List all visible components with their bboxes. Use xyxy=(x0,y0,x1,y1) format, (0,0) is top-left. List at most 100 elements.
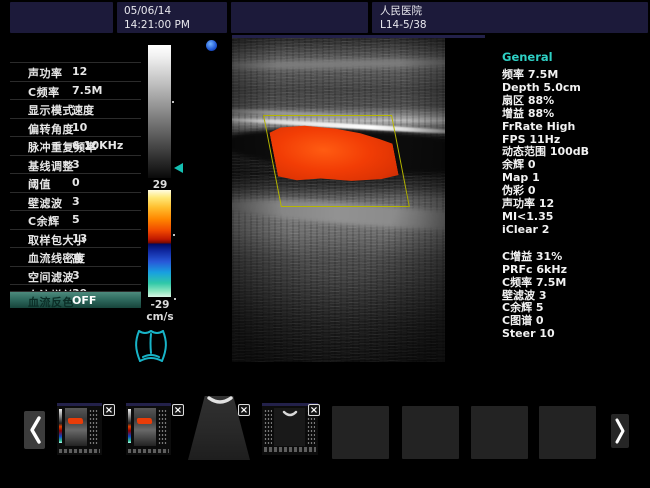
info-line: 频率 7.5M xyxy=(502,69,648,82)
probe-orientation-marker-icon xyxy=(206,40,217,51)
thumb-image xyxy=(134,408,156,446)
date-text: 05/06/14 xyxy=(124,5,171,17)
parameter-value: OFF xyxy=(72,294,96,307)
parameter-row[interactable]: C频率 7.5M xyxy=(10,81,141,100)
body-marker-icon[interactable] xyxy=(131,324,171,366)
parameter-row-selected[interactable]: 血流反色 OFF xyxy=(10,291,141,308)
info-line: 增益 88% xyxy=(502,108,648,121)
parameter-label: C频率 xyxy=(28,84,60,100)
empty-thumbnail-slot xyxy=(402,406,459,459)
parameter-row[interactable]: 血流线密度 高 xyxy=(10,247,141,266)
empty-thumbnail-slot xyxy=(539,406,596,459)
parameter-value: 高 xyxy=(72,250,83,266)
probe-model: L14-5/38 xyxy=(380,19,427,31)
image-thumbnail[interactable] xyxy=(126,403,171,455)
hospital-name: 人民医院 xyxy=(380,5,422,17)
info-line: PRFc 6kHz xyxy=(502,264,648,277)
parameter-row[interactable]: 显示模式 速度 xyxy=(10,99,141,118)
info-line: Steer 10 xyxy=(502,328,648,341)
bmode-info-list: 频率 7.5M Depth 5.0cm 扇区 88% 增益 88% FrRate… xyxy=(502,69,648,237)
color-roi-box[interactable] xyxy=(263,115,410,207)
parameter-value: 3 xyxy=(72,195,80,208)
parameter-value: 5 xyxy=(72,213,80,226)
topbar-datetime-box: 05/06/14 14:21:00 PM xyxy=(117,2,227,33)
thumb-probe-arc xyxy=(282,410,298,418)
gain-dot-icon xyxy=(172,101,174,103)
parameter-value: 13 xyxy=(72,232,87,245)
info-line: 扇区 88% xyxy=(502,95,648,108)
thumb-image xyxy=(274,408,305,446)
thumbnails-scroll-right-button[interactable] xyxy=(611,414,629,448)
parameter-value: 速度 xyxy=(72,102,94,118)
info-line: Depth 5.0cm xyxy=(502,82,648,95)
topbar-patient-box xyxy=(231,2,368,33)
close-thumbnail-button[interactable]: × xyxy=(172,404,184,416)
thumb-filmstrip xyxy=(264,447,316,452)
thumb-topbar xyxy=(57,403,102,406)
parameter-row[interactable]: 空间滤波 3 xyxy=(10,266,141,285)
doppler-flow-signal xyxy=(268,124,400,182)
ultrasound-image-area[interactable] xyxy=(232,35,485,362)
empty-thumbnail-slot xyxy=(471,406,528,459)
time-text: 14:21:00 PM xyxy=(124,19,190,31)
info-line: FrRate High xyxy=(502,121,648,134)
parameter-row[interactable]: 声功率 12 xyxy=(10,62,141,81)
info-line: iClear 2 xyxy=(502,224,648,237)
thumb-text-column xyxy=(158,409,167,445)
image-thumbnail[interactable] xyxy=(188,386,250,460)
parameter-row[interactable]: 基线调整 3 xyxy=(10,155,141,174)
info-line: MI<1.35 xyxy=(502,211,648,224)
parameter-value: 6.10KHz xyxy=(72,139,123,152)
colorbar-unit-label: cm/s xyxy=(140,311,180,323)
parameter-row[interactable]: C余辉 5 xyxy=(10,210,141,229)
thumb-doppler-flow xyxy=(137,418,153,424)
info-line: C增益 31% xyxy=(502,251,648,264)
ultrasound-bmode-image xyxy=(232,38,445,362)
empty-thumbnail-slot xyxy=(332,406,389,459)
parameter-row[interactable]: 脉冲重复频率 6.10KHz xyxy=(10,136,141,155)
parameter-value: 12 xyxy=(72,65,87,78)
topbar-hospital-box: 人民医院 L14-5/38 xyxy=(372,2,648,33)
vessel-wall-echo xyxy=(232,109,374,120)
topbar-logo-box xyxy=(10,2,113,33)
parameter-row[interactable]: 壁滤波 3 xyxy=(10,192,141,211)
close-thumbnail-button[interactable]: × xyxy=(238,404,250,416)
chevron-right-icon xyxy=(614,417,626,445)
gain-dot-icon xyxy=(174,298,176,300)
vessel-lumen xyxy=(232,122,445,180)
parameter-label: 声功率 xyxy=(28,65,63,81)
thumb-colorbar xyxy=(59,409,62,443)
focus-arrow-icon[interactable] xyxy=(174,163,183,173)
thumb-filmstrip xyxy=(59,449,100,453)
vessel-posterior-wall xyxy=(232,194,445,236)
info-panel: General 频率 7.5M Depth 5.0cm 扇区 88% 增益 88… xyxy=(502,50,648,341)
thumb-doppler-flow xyxy=(68,418,84,424)
parameter-label: 血流反色 xyxy=(28,294,74,310)
parameter-row[interactable]: 阈值 0 xyxy=(10,173,141,192)
parameter-row[interactable]: 取样包大小 13 xyxy=(10,229,141,248)
info-line: C频率 7.5M xyxy=(502,277,648,290)
chevron-left-icon xyxy=(28,415,42,445)
close-thumbnail-button[interactable]: × xyxy=(308,404,320,416)
close-thumbnail-button[interactable]: × xyxy=(103,404,115,416)
thumb-text-column xyxy=(264,409,272,445)
tissue-band xyxy=(232,58,445,70)
thumb-colorbar xyxy=(128,409,131,443)
hospital-probe: 人民医院 L14-5/38 xyxy=(372,2,648,34)
parameter-label: C余辉 xyxy=(28,213,60,229)
parameter-row[interactable]: 偏转角度 10 xyxy=(10,118,141,137)
parameter-label: 壁滤波 xyxy=(28,195,63,211)
parameter-label: 空间滤波 xyxy=(28,269,74,285)
thumbnails-scroll-left-button[interactable] xyxy=(24,411,45,449)
colorbar-min-label: -29 xyxy=(140,299,180,311)
thumb-text-column xyxy=(89,409,98,445)
thumb-filmstrip xyxy=(128,449,169,453)
color-info-list: C增益 31% PRFc 6kHz C频率 7.5M 壁滤波 3 C余辉 5 C… xyxy=(502,251,648,341)
thumb-image xyxy=(65,408,87,446)
thumb-probe-arc xyxy=(206,395,234,407)
parameter-value: 3 xyxy=(72,158,80,171)
parameter-label: 阈值 xyxy=(28,176,51,192)
parameter-label: 显示模式 xyxy=(28,102,74,118)
image-thumbnail[interactable] xyxy=(57,403,102,455)
parameter-label: 偏转角度 xyxy=(28,121,74,137)
